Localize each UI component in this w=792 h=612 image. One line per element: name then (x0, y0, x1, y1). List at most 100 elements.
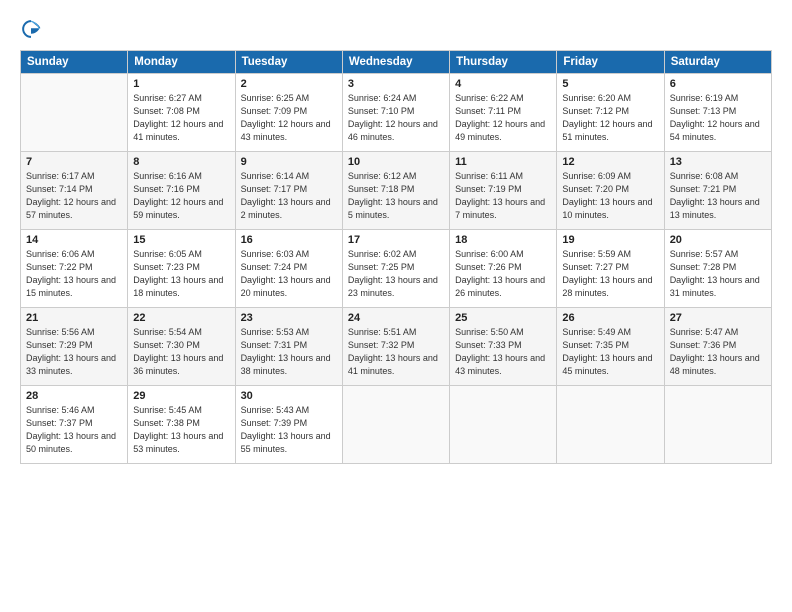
day-number: 6 (670, 78, 766, 90)
cell-info: Sunrise: 5:54 AM Sunset: 7:30 PM Dayligh… (133, 326, 229, 378)
day-number: 19 (562, 234, 658, 246)
day-cell: 21 Sunrise: 5:56 AM Sunset: 7:29 PM Dayl… (21, 308, 128, 386)
cell-info: Sunrise: 5:46 AM Sunset: 7:37 PM Dayligh… (26, 404, 122, 456)
col-thursday: Thursday (450, 51, 557, 74)
sunset-text: Sunset: 7:09 PM (241, 106, 308, 116)
daylight-text: Daylight: 13 hours and 36 minutes. (133, 353, 223, 376)
sunset-text: Sunset: 7:27 PM (562, 262, 629, 272)
cell-info: Sunrise: 5:56 AM Sunset: 7:29 PM Dayligh… (26, 326, 122, 378)
cell-info: Sunrise: 6:03 AM Sunset: 7:24 PM Dayligh… (241, 248, 337, 300)
day-cell: 12 Sunrise: 6:09 AM Sunset: 7:20 PM Dayl… (557, 152, 664, 230)
logo-icon (20, 18, 42, 40)
sunrise-text: Sunrise: 6:24 AM (348, 93, 417, 103)
daylight-text: Daylight: 13 hours and 5 minutes. (348, 197, 438, 220)
day-number: 30 (241, 390, 337, 402)
sunset-text: Sunset: 7:24 PM (241, 262, 308, 272)
cell-info: Sunrise: 6:05 AM Sunset: 7:23 PM Dayligh… (133, 248, 229, 300)
col-sunday: Sunday (21, 51, 128, 74)
sunrise-text: Sunrise: 6:00 AM (455, 249, 524, 259)
sunrise-text: Sunrise: 6:22 AM (455, 93, 524, 103)
day-number: 17 (348, 234, 444, 246)
day-number: 5 (562, 78, 658, 90)
day-number: 8 (133, 156, 229, 168)
day-number: 27 (670, 312, 766, 324)
day-number: 24 (348, 312, 444, 324)
col-tuesday: Tuesday (235, 51, 342, 74)
sunset-text: Sunset: 7:37 PM (26, 418, 93, 428)
sunrise-text: Sunrise: 5:46 AM (26, 405, 95, 415)
cell-info: Sunrise: 5:49 AM Sunset: 7:35 PM Dayligh… (562, 326, 658, 378)
day-number: 29 (133, 390, 229, 402)
sunset-text: Sunset: 7:23 PM (133, 262, 200, 272)
day-number: 14 (26, 234, 122, 246)
cell-info: Sunrise: 6:08 AM Sunset: 7:21 PM Dayligh… (670, 170, 766, 222)
day-cell: 28 Sunrise: 5:46 AM Sunset: 7:37 PM Dayl… (21, 386, 128, 464)
day-cell: 2 Sunrise: 6:25 AM Sunset: 7:09 PM Dayli… (235, 74, 342, 152)
sunrise-text: Sunrise: 5:47 AM (670, 327, 739, 337)
day-number: 16 (241, 234, 337, 246)
day-cell: 1 Sunrise: 6:27 AM Sunset: 7:08 PM Dayli… (128, 74, 235, 152)
day-cell: 13 Sunrise: 6:08 AM Sunset: 7:21 PM Dayl… (664, 152, 771, 230)
daylight-text: Daylight: 13 hours and 53 minutes. (133, 431, 223, 454)
day-cell: 16 Sunrise: 6:03 AM Sunset: 7:24 PM Dayl… (235, 230, 342, 308)
col-wednesday: Wednesday (342, 51, 449, 74)
day-cell: 7 Sunrise: 6:17 AM Sunset: 7:14 PM Dayli… (21, 152, 128, 230)
day-cell (557, 386, 664, 464)
sunset-text: Sunset: 7:26 PM (455, 262, 522, 272)
sunset-text: Sunset: 7:08 PM (133, 106, 200, 116)
daylight-text: Daylight: 12 hours and 57 minutes. (26, 197, 116, 220)
sunset-text: Sunset: 7:13 PM (670, 106, 737, 116)
sunset-text: Sunset: 7:21 PM (670, 184, 737, 194)
sunset-text: Sunset: 7:35 PM (562, 340, 629, 350)
cell-info: Sunrise: 5:43 AM Sunset: 7:39 PM Dayligh… (241, 404, 337, 456)
sunset-text: Sunset: 7:25 PM (348, 262, 415, 272)
cell-info: Sunrise: 5:59 AM Sunset: 7:27 PM Dayligh… (562, 248, 658, 300)
day-cell: 30 Sunrise: 5:43 AM Sunset: 7:39 PM Dayl… (235, 386, 342, 464)
day-cell: 4 Sunrise: 6:22 AM Sunset: 7:11 PM Dayli… (450, 74, 557, 152)
day-cell: 18 Sunrise: 6:00 AM Sunset: 7:26 PM Dayl… (450, 230, 557, 308)
day-number: 9 (241, 156, 337, 168)
sunset-text: Sunset: 7:12 PM (562, 106, 629, 116)
day-number: 18 (455, 234, 551, 246)
day-cell: 9 Sunrise: 6:14 AM Sunset: 7:17 PM Dayli… (235, 152, 342, 230)
cell-info: Sunrise: 6:06 AM Sunset: 7:22 PM Dayligh… (26, 248, 122, 300)
daylight-text: Daylight: 12 hours and 54 minutes. (670, 119, 760, 142)
day-cell: 25 Sunrise: 5:50 AM Sunset: 7:33 PM Dayl… (450, 308, 557, 386)
cell-info: Sunrise: 5:45 AM Sunset: 7:38 PM Dayligh… (133, 404, 229, 456)
sunrise-text: Sunrise: 6:16 AM (133, 171, 202, 181)
daylight-text: Daylight: 13 hours and 50 minutes. (26, 431, 116, 454)
sunset-text: Sunset: 7:19 PM (455, 184, 522, 194)
day-cell: 6 Sunrise: 6:19 AM Sunset: 7:13 PM Dayli… (664, 74, 771, 152)
day-cell: 22 Sunrise: 5:54 AM Sunset: 7:30 PM Dayl… (128, 308, 235, 386)
daylight-text: Daylight: 13 hours and 55 minutes. (241, 431, 331, 454)
calendar-table: Sunday Monday Tuesday Wednesday Thursday… (20, 50, 772, 464)
daylight-text: Daylight: 13 hours and 28 minutes. (562, 275, 652, 298)
sunrise-text: Sunrise: 5:45 AM (133, 405, 202, 415)
cell-info: Sunrise: 6:22 AM Sunset: 7:11 PM Dayligh… (455, 92, 551, 144)
daylight-text: Daylight: 13 hours and 48 minutes. (670, 353, 760, 376)
week-row-4: 28 Sunrise: 5:46 AM Sunset: 7:37 PM Dayl… (21, 386, 772, 464)
day-number: 11 (455, 156, 551, 168)
sunset-text: Sunset: 7:18 PM (348, 184, 415, 194)
day-cell: 5 Sunrise: 6:20 AM Sunset: 7:12 PM Dayli… (557, 74, 664, 152)
col-monday: Monday (128, 51, 235, 74)
day-cell: 15 Sunrise: 6:05 AM Sunset: 7:23 PM Dayl… (128, 230, 235, 308)
daylight-text: Daylight: 13 hours and 15 minutes. (26, 275, 116, 298)
day-number: 20 (670, 234, 766, 246)
day-cell (450, 386, 557, 464)
daylight-text: Daylight: 13 hours and 18 minutes. (133, 275, 223, 298)
day-cell (21, 74, 128, 152)
sunset-text: Sunset: 7:20 PM (562, 184, 629, 194)
cell-info: Sunrise: 5:50 AM Sunset: 7:33 PM Dayligh… (455, 326, 551, 378)
daylight-text: Daylight: 13 hours and 23 minutes. (348, 275, 438, 298)
sunset-text: Sunset: 7:11 PM (455, 106, 521, 116)
day-number: 4 (455, 78, 551, 90)
day-cell: 10 Sunrise: 6:12 AM Sunset: 7:18 PM Dayl… (342, 152, 449, 230)
cell-info: Sunrise: 6:24 AM Sunset: 7:10 PM Dayligh… (348, 92, 444, 144)
daylight-text: Daylight: 12 hours and 43 minutes. (241, 119, 331, 142)
sunrise-text: Sunrise: 6:11 AM (455, 171, 523, 181)
day-number: 1 (133, 78, 229, 90)
sunrise-text: Sunrise: 6:02 AM (348, 249, 417, 259)
sunset-text: Sunset: 7:17 PM (241, 184, 308, 194)
day-cell: 19 Sunrise: 5:59 AM Sunset: 7:27 PM Dayl… (557, 230, 664, 308)
